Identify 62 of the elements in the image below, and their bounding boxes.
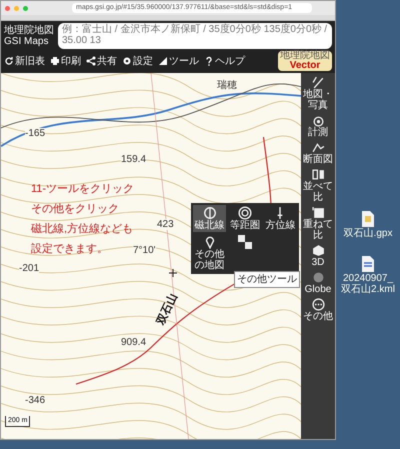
header-button[interactable]: ツール — [158, 54, 199, 68]
sidebar-button[interactable]: Globe — [302, 271, 334, 295]
map-label: -165 — [25, 128, 46, 139]
badge-label: Vector — [290, 61, 320, 71]
map-label: -201 — [19, 263, 40, 274]
desktop-file[interactable]: 20240907_双石山2.kml — [338, 255, 398, 295]
cube-icon — [312, 244, 324, 257]
map-label: 909.4 — [121, 336, 146, 348]
document-icon — [361, 255, 375, 273]
map-label: 瑞穂 — [217, 80, 237, 92]
annotation-text: 設定できます。 — [31, 243, 109, 256]
share-icon — [86, 56, 96, 66]
refresh-icon — [4, 56, 14, 66]
sidebar-button[interactable]: 並べて比 — [302, 168, 334, 203]
file-name: 20240907_双石山2.kml — [340, 273, 396, 295]
header-button[interactable]: 共有 — [86, 54, 117, 68]
profile-icon — [312, 141, 324, 154]
tool-button[interactable]: 等距圏 — [228, 205, 262, 232]
annotation-text: その他をクリック — [31, 203, 120, 216]
rings-icon — [238, 206, 252, 220]
header-button[interactable]: 設定 — [122, 54, 153, 68]
split-icon — [312, 168, 324, 181]
sidebar-button[interactable]: 計測 — [302, 114, 334, 138]
measure-icon — [312, 114, 324, 127]
desktop-file[interactable]: 双石山.gpx — [338, 210, 398, 239]
globe-icon — [312, 271, 324, 284]
map-label: 159.4 — [121, 154, 146, 165]
sidebar-button[interactable]: 断面図 — [302, 141, 334, 165]
more-icon — [312, 298, 324, 311]
badge-caption: 地理院地図 — [280, 51, 330, 61]
compass-icon — [202, 206, 217, 220]
minimize-window-icon[interactable] — [14, 6, 19, 10]
sidebar-button[interactable]: 3D — [302, 244, 334, 268]
checker-icon — [238, 235, 252, 249]
overlay-icon — [312, 206, 324, 219]
tool-button[interactable]: その他の地図 — [193, 234, 226, 272]
annotation-text: 磁北線,方位線なども — [31, 223, 134, 236]
sidebar-button[interactable]: 地図・写真 — [302, 76, 334, 111]
help-icon — [204, 56, 214, 66]
sidebar-button[interactable]: その他 — [302, 298, 334, 322]
map-label: -346 — [25, 395, 46, 406]
map-label: 423 — [157, 219, 174, 230]
annotation-text: 11-ツールをクリック — [31, 183, 134, 196]
header-button[interactable]: 印刷 — [50, 54, 81, 68]
peak-name: 双石山 — [154, 290, 181, 328]
close-window-icon[interactable] — [5, 6, 10, 10]
header-button[interactable]: 新旧表 — [4, 54, 45, 68]
peak-cross-icon — [169, 269, 177, 277]
sidebar-button[interactable]: 重ねて比 — [302, 206, 334, 241]
vector-badge[interactable]: 地理院地図 Vector — [278, 51, 332, 71]
pencil-icon — [312, 76, 324, 89]
zoom-window-icon[interactable] — [23, 6, 28, 10]
tooltip: その他ツール — [234, 271, 300, 288]
file-name: 双石山.gpx — [342, 228, 394, 239]
tool-button[interactable]: 方位線 — [264, 205, 297, 232]
search-field[interactable]: 例：富士山 / 金沢市本ノ新保町 / 35度0分0秒 135度0分0秒 / 35.00 13 — [58, 23, 332, 49]
header-button[interactable]: ヘルプ — [204, 54, 245, 68]
site-logo[interactable]: 地理院地図 GSI Maps — [4, 25, 54, 47]
tool-button[interactable]: 磁北線 — [193, 205, 226, 232]
map-label: 7°10' — [133, 245, 156, 256]
document-icon — [361, 210, 375, 228]
settings-icon — [122, 56, 132, 66]
